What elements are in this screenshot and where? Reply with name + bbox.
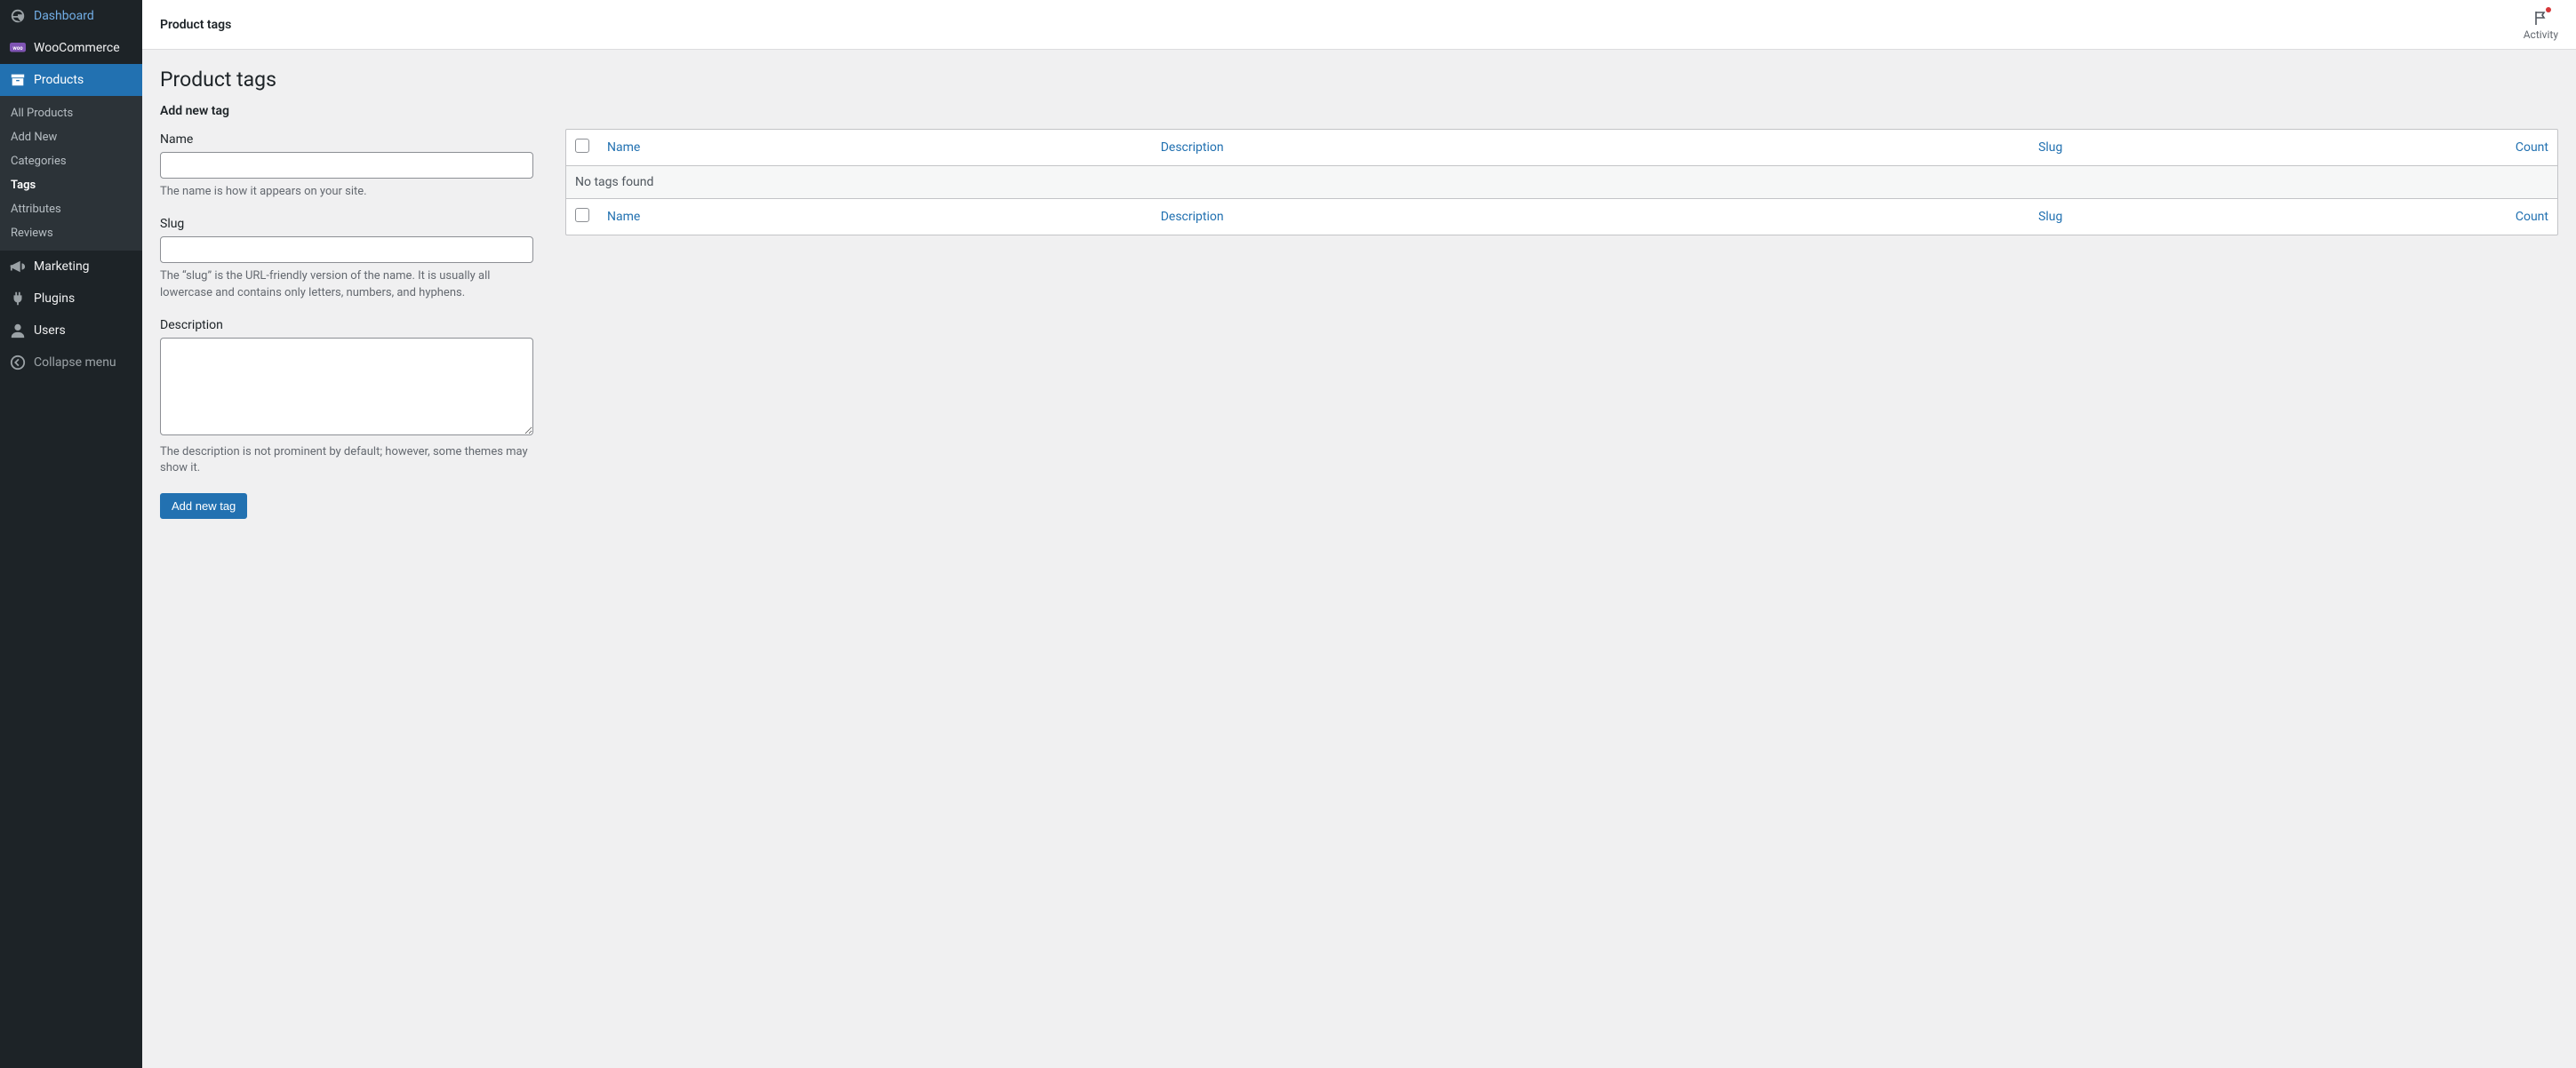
col-count-header[interactable]: Count — [2486, 130, 2557, 165]
topbar-title: Product tags — [160, 18, 231, 32]
plug-icon — [9, 290, 27, 307]
user-icon — [9, 322, 27, 339]
sidebar-item-label: Products — [34, 73, 84, 87]
description-help: The description is not prominent by defa… — [160, 444, 533, 478]
sidebar-subitem-reviews[interactable]: Reviews — [0, 221, 142, 245]
col-name-footer[interactable]: Name — [598, 199, 1152, 235]
form-title: Add new tag — [160, 104, 533, 118]
add-tag-form: Add new tag Name The name is how it appe… — [160, 104, 533, 519]
activity-button[interactable]: Activity — [2524, 9, 2558, 41]
topbar: Product tags Activity — [142, 0, 2576, 50]
sidebar-subitem-attributes[interactable]: Attributes — [0, 197, 142, 221]
sidebar-collapse[interactable]: Collapse menu — [0, 347, 142, 379]
sidebar-item-products[interactable]: Products — [0, 64, 142, 96]
svg-text:woo: woo — [12, 45, 23, 52]
sidebar-item-label: Marketing — [34, 259, 90, 274]
collapse-icon — [9, 354, 27, 371]
description-label: Description — [160, 318, 533, 332]
sidebar-item-woocommerce[interactable]: woo WooCommerce — [0, 32, 142, 64]
sidebar-item-label: WooCommerce — [34, 41, 120, 55]
select-all-footer — [566, 199, 598, 235]
col-count-footer[interactable]: Count — [2486, 199, 2557, 235]
sidebar-item-dashboard[interactable]: Dashboard — [0, 0, 142, 32]
col-slug-header[interactable]: Slug — [2029, 130, 2486, 165]
field-name: Name The name is how it appears on your … — [160, 132, 533, 201]
main-area: Product tags Activity Product tags Add n… — [142, 0, 2576, 1068]
woocommerce-icon: woo — [9, 39, 27, 57]
empty-row: No tags found — [566, 165, 2557, 199]
add-new-tag-button[interactable]: Add new tag — [160, 493, 247, 519]
dashboard-icon — [9, 7, 27, 25]
sidebar-item-label: Plugins — [34, 291, 75, 306]
col-name-header[interactable]: Name — [598, 130, 1152, 165]
field-slug: Slug The “slug” is the URL-friendly vers… — [160, 217, 533, 302]
notification-dot-icon — [2546, 7, 2551, 12]
sidebar-subitem-all-products[interactable]: All Products — [0, 101, 142, 125]
sidebar-subitem-categories[interactable]: Categories — [0, 149, 142, 173]
col-description-header[interactable]: Description — [1152, 130, 2029, 165]
activity-label: Activity — [2524, 28, 2558, 41]
archive-icon — [9, 71, 27, 89]
sidebar-item-label: Users — [34, 323, 66, 338]
page-title: Product tags — [160, 68, 2558, 92]
col-description-footer[interactable]: Description — [1152, 199, 2029, 235]
select-all-header — [566, 130, 598, 165]
sidebar-collapse-label: Collapse menu — [34, 355, 116, 370]
sidebar-subitem-tags[interactable]: Tags — [0, 173, 142, 197]
field-description: Description The description is not promi… — [160, 318, 533, 478]
slug-input[interactable] — [160, 236, 533, 263]
admin-sidebar: Dashboard woo WooCommerce Products All P… — [0, 0, 142, 1068]
col-slug-footer[interactable]: Slug — [2029, 199, 2486, 235]
tags-table: Name Description Slug Count No tags foun… — [565, 129, 2558, 235]
sidebar-item-plugins[interactable]: Plugins — [0, 283, 142, 315]
description-input[interactable] — [160, 338, 533, 435]
content: Product tags Add new tag Name The name i… — [142, 50, 2576, 1068]
select-all-checkbox-bottom[interactable] — [575, 208, 589, 222]
slug-help: The “slug” is the URL-friendly version o… — [160, 268, 533, 302]
sidebar-subitem-add-new[interactable]: Add New — [0, 125, 142, 149]
megaphone-icon — [9, 258, 27, 275]
slug-label: Slug — [160, 217, 533, 231]
sidebar-item-marketing[interactable]: Marketing — [0, 251, 142, 283]
tags-table-wrap: Name Description Slug Count No tags foun… — [565, 104, 2558, 519]
name-label: Name — [160, 132, 533, 147]
select-all-checkbox-top[interactable] — [575, 139, 589, 153]
sidebar-submenu-products: All Products Add New Categories Tags Att… — [0, 96, 142, 251]
sidebar-item-users[interactable]: Users — [0, 315, 142, 347]
name-input[interactable] — [160, 152, 533, 179]
flag-icon — [2532, 9, 2549, 27]
sidebar-item-label: Dashboard — [34, 9, 94, 23]
name-help: The name is how it appears on your site. — [160, 184, 533, 201]
